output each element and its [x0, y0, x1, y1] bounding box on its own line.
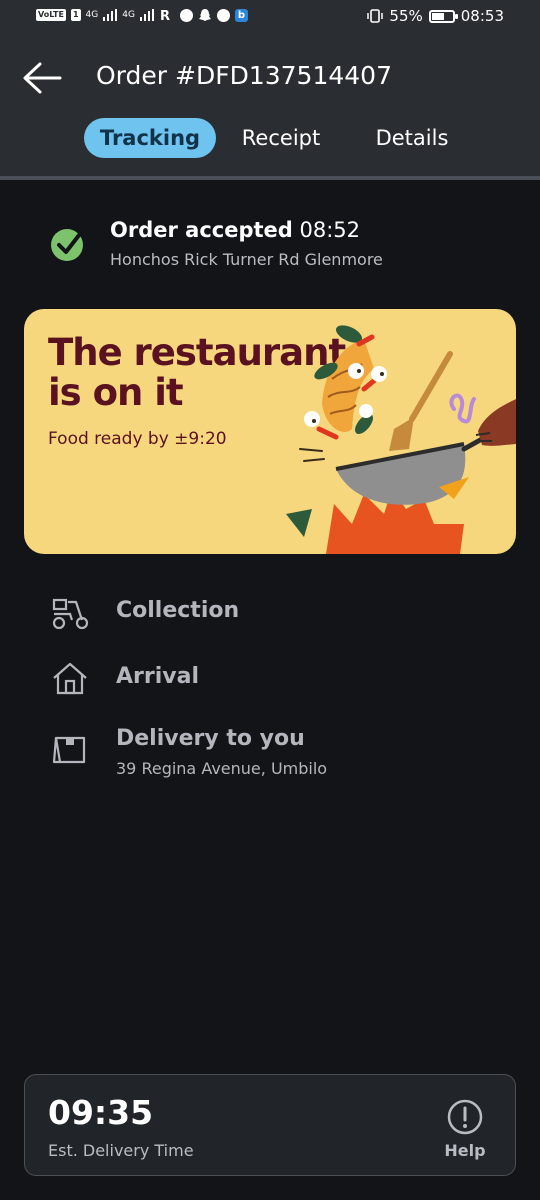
- help-label: Help: [444, 1141, 486, 1160]
- help-button[interactable]: Help: [435, 1093, 495, 1163]
- house-icon: [53, 662, 87, 695]
- check-circle-icon: [51, 228, 85, 261]
- scooter-icon: [52, 598, 89, 630]
- step-delivery: Delivery to you: [116, 726, 305, 751]
- order-tracking-screen: VoLTE 1 4G 4G R b 55% 08:53 Order #DFD13…: [0, 0, 540, 1200]
- estimated-delivery-time: 09:35: [48, 1093, 154, 1132]
- tab-details[interactable]: Details: [360, 118, 464, 158]
- step-arrival: Arrival: [116, 664, 199, 689]
- package-icon: [52, 736, 86, 764]
- chat-icon: [179, 8, 193, 22]
- volte-badge: VoLTE: [36, 9, 66, 21]
- page-title: Order #DFD137514407: [96, 61, 392, 90]
- order-accepted-status: Order accepted 08:52: [110, 218, 360, 242]
- restaurant-location: Honchos Rick Turner Rd Glenmore: [110, 250, 383, 269]
- sim-badge: 1: [70, 9, 81, 21]
- vibrate-icon: [367, 9, 384, 23]
- wok-illustration: [286, 325, 516, 554]
- signal-icon-2: 4G: [122, 10, 135, 20]
- messenger-icon: [216, 8, 230, 22]
- battery-percent: 55%: [389, 7, 423, 25]
- signal-bars-icon-2: [139, 9, 154, 21]
- status-bar-right: 55% 08:53: [367, 7, 504, 25]
- help-alert-icon: [447, 1099, 483, 1135]
- status-bar-left: VoLTE 1 4G 4G R b: [36, 8, 248, 22]
- svg-text:R: R: [160, 9, 170, 22]
- notification-app-icon: R: [160, 9, 170, 22]
- signal-bars-icon: [103, 9, 118, 21]
- clock: 08:53: [460, 7, 504, 25]
- food-ready-time: Food ready by ±9:20: [48, 429, 227, 449]
- delivery-address: 39 Regina Avenue, Umbilo: [116, 759, 328, 778]
- back-arrow-icon: [23, 62, 62, 94]
- back-button[interactable]: [20, 56, 64, 100]
- estimated-delivery-label: Est. Delivery Time: [48, 1141, 194, 1160]
- tab-bar: Tracking Receipt Details: [0, 116, 540, 160]
- status-bar: VoLTE 1 4G 4G R b 55% 08:53: [0, 0, 540, 34]
- order-accepted-time: 08:52: [299, 218, 361, 242]
- tab-tracking[interactable]: Tracking: [84, 118, 216, 158]
- header-divider: [0, 176, 540, 180]
- restaurant-status-banner: The restaurant is on it Food ready by ±9…: [24, 309, 516, 554]
- order-accepted-label: Order accepted: [110, 218, 293, 242]
- battery-icon: [428, 9, 458, 23]
- app-header: Order #DFD137514407 Tracking Receipt Det…: [0, 34, 540, 176]
- eta-card: 09:35 Est. Delivery Time Help: [24, 1074, 516, 1176]
- tab-receipt[interactable]: Receipt: [228, 118, 334, 158]
- bing-icon: b: [234, 8, 248, 22]
- signal-icon: 4G: [85, 10, 99, 20]
- step-collection: Collection: [116, 598, 240, 623]
- snapchat-icon: [198, 9, 211, 21]
